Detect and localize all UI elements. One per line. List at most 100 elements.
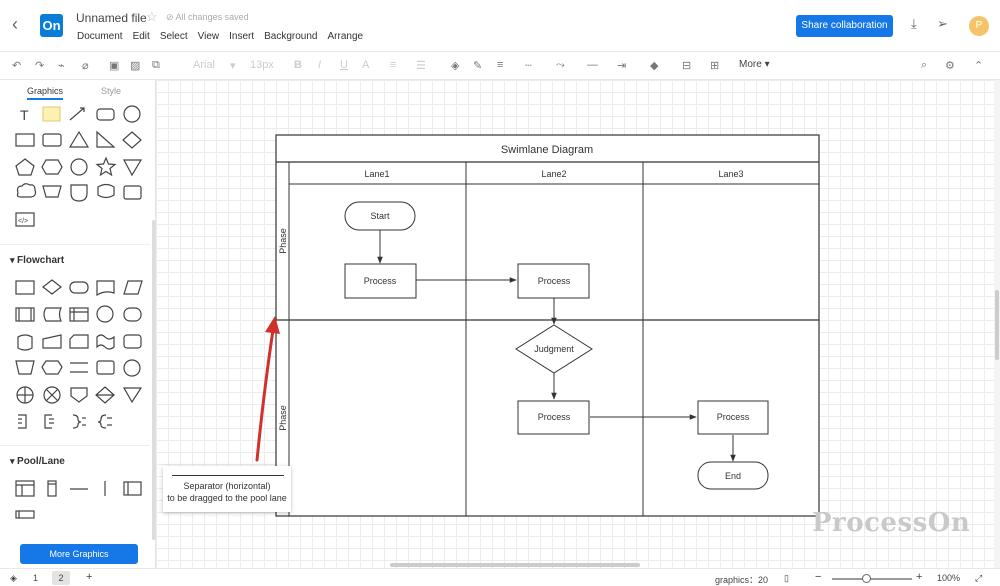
fc-brace-right-shape[interactable] — [72, 414, 86, 429]
line-style-icon[interactable]: ┄ — [525, 59, 532, 72]
more-graphics-button[interactable]: More Graphics — [20, 544, 138, 564]
fc-brace-left-shape[interactable] — [97, 414, 112, 429]
image-icon[interactable]: ▨ — [130, 59, 140, 72]
undo-icon[interactable]: ↶ — [12, 59, 21, 72]
menu-view[interactable]: View — [198, 30, 220, 43]
fc-loop-limit-shape[interactable] — [96, 360, 115, 375]
zoom-in-icon[interactable]: + — [916, 571, 922, 583]
fc-merge-shape[interactable] — [122, 387, 143, 404]
menu-edit[interactable]: Edit — [133, 30, 150, 43]
font-family-select[interactable]: Arial — [193, 59, 215, 71]
fc-process-shape[interactable] — [15, 280, 35, 295]
arrow-line-shape[interactable] — [69, 107, 85, 121]
fc-annotation-right-shape[interactable] — [18, 414, 27, 429]
rectangle-shape[interactable] — [15, 133, 35, 147]
fc-internal-storage-shape[interactable] — [69, 307, 89, 322]
fc-on-page-connector-shape[interactable] — [123, 359, 141, 377]
fc-annotation-left-shape[interactable] — [44, 414, 54, 429]
connector-icon[interactable]: ⤳ — [556, 59, 565, 72]
page-tab-1[interactable]: 1 — [33, 573, 38, 583]
fc-off-page-connector-shape[interactable] — [70, 387, 88, 403]
clear-format-icon[interactable]: ⌀ — [82, 59, 89, 72]
fc-manual-operation-shape[interactable] — [15, 360, 35, 375]
more-button[interactable]: More ▾ — [739, 59, 770, 70]
trapezoid-shape[interactable] — [42, 185, 62, 198]
back-icon[interactable]: ‹ — [12, 14, 18, 35]
section-flowchart[interactable]: Flowchart — [10, 255, 64, 266]
octagon-shape[interactable] — [70, 158, 88, 176]
text-shape[interactable]: T — [20, 107, 29, 123]
arrow-start-icon[interactable]: — — [587, 59, 598, 71]
align-icon[interactable]: ≡ — [390, 59, 396, 71]
pentagon-shape[interactable] — [15, 158, 35, 176]
fc-card-shape[interactable] — [69, 334, 89, 349]
send-icon[interactable]: ➢ — [937, 16, 948, 32]
fc-preparation-shape[interactable] — [41, 360, 63, 375]
triangle-shape[interactable] — [68, 130, 90, 148]
avatar[interactable]: P — [969, 16, 989, 36]
fc-parallel-mode-shape[interactable] — [70, 362, 88, 373]
pool[interactable] — [275, 134, 820, 517]
fullscreen-icon[interactable]: ⤢ — [975, 573, 982, 584]
rounded-rect-shape[interactable] — [96, 108, 115, 121]
fc-summing-junction-shape[interactable] — [43, 386, 61, 404]
zoom-slider[interactable] — [832, 578, 912, 580]
lane-vertical-shape[interactable] — [47, 480, 57, 497]
download-icon[interactable]: ⤓ — [911, 16, 917, 32]
format-painter-icon[interactable]: ⌁ — [58, 59, 65, 72]
font-size-select[interactable]: 13px — [250, 59, 274, 71]
redo-icon[interactable]: ↷ — [35, 59, 44, 72]
fill-color-icon[interactable]: ◈ — [451, 59, 459, 72]
file-name[interactable]: Unnamed file — [76, 11, 147, 25]
add-page-icon[interactable]: + — [86, 571, 92, 583]
zoom-out-icon[interactable]: − — [815, 571, 821, 583]
pool-horizontal-shape[interactable] — [123, 481, 142, 496]
canvas-vertical-scrollbar[interactable] — [994, 80, 1000, 568]
star-shape[interactable] — [95, 156, 117, 177]
delay-shape[interactable] — [70, 184, 88, 202]
diamond-shape[interactable] — [122, 131, 142, 149]
hexagon-shape[interactable] — [41, 159, 63, 175]
right-triangle-shape[interactable] — [96, 130, 116, 148]
fc-connector-shape[interactable] — [96, 305, 114, 323]
screenshot-icon[interactable]: ▣ — [109, 59, 119, 72]
section-pool-lane[interactable]: Pool/Lane — [10, 456, 65, 467]
circle-shape[interactable] — [123, 105, 141, 123]
fc-database-shape[interactable] — [17, 334, 33, 351]
inverted-triangle-shape[interactable] — [123, 159, 143, 177]
search-icon[interactable]: ⌕ — [921, 59, 927, 72]
cloud-shape[interactable] — [16, 183, 37, 198]
book-icon[interactable]: ▯ — [784, 573, 789, 584]
lane-horizontal-shape[interactable] — [15, 510, 35, 519]
scroll-thumb[interactable] — [995, 290, 999, 360]
bold-icon[interactable]: B — [294, 59, 302, 71]
vertical-align-icon[interactable]: ☰ — [416, 59, 426, 72]
menu-select[interactable]: Select — [160, 30, 188, 43]
canvas-horizontal-scrollbar[interactable] — [390, 563, 640, 567]
layers-icon[interactable]: ◈ — [10, 573, 17, 584]
fc-document-shape[interactable] — [96, 280, 115, 297]
line-color-icon[interactable]: ✎ — [473, 59, 482, 72]
menu-arrange[interactable]: Arrange — [328, 30, 364, 43]
fc-display-shape[interactable] — [123, 334, 142, 349]
page-tab-2[interactable]: 2 — [52, 571, 70, 585]
fc-sort-shape[interactable] — [95, 386, 115, 404]
menu-background[interactable]: Background — [264, 30, 317, 43]
fc-sequential-data-shape[interactable] — [123, 307, 142, 322]
rounded-rectangle-shape[interactable] — [42, 133, 62, 147]
zoom-slider-handle[interactable] — [862, 574, 871, 583]
fc-decision-shape[interactable] — [42, 279, 62, 295]
collapse-icon[interactable]: ⌃ — [974, 59, 983, 72]
menu-insert[interactable]: Insert — [229, 30, 254, 43]
app-logo[interactable]: On — [40, 14, 63, 37]
fc-paper-tape-shape[interactable] — [96, 334, 115, 350]
layer-icon[interactable]: ◆ — [650, 59, 658, 72]
note-shape[interactable] — [42, 106, 61, 122]
italic-icon[interactable]: I — [318, 59, 321, 71]
align-objects-icon[interactable]: ⊟ — [682, 59, 691, 72]
fc-terminator-shape[interactable] — [69, 281, 89, 294]
font-color-icon[interactable]: A — [362, 59, 369, 71]
line-width-icon[interactable]: ≡ — [497, 59, 503, 71]
document-shape[interactable] — [123, 185, 142, 200]
settings-icon[interactable]: ⚙ — [945, 59, 955, 72]
